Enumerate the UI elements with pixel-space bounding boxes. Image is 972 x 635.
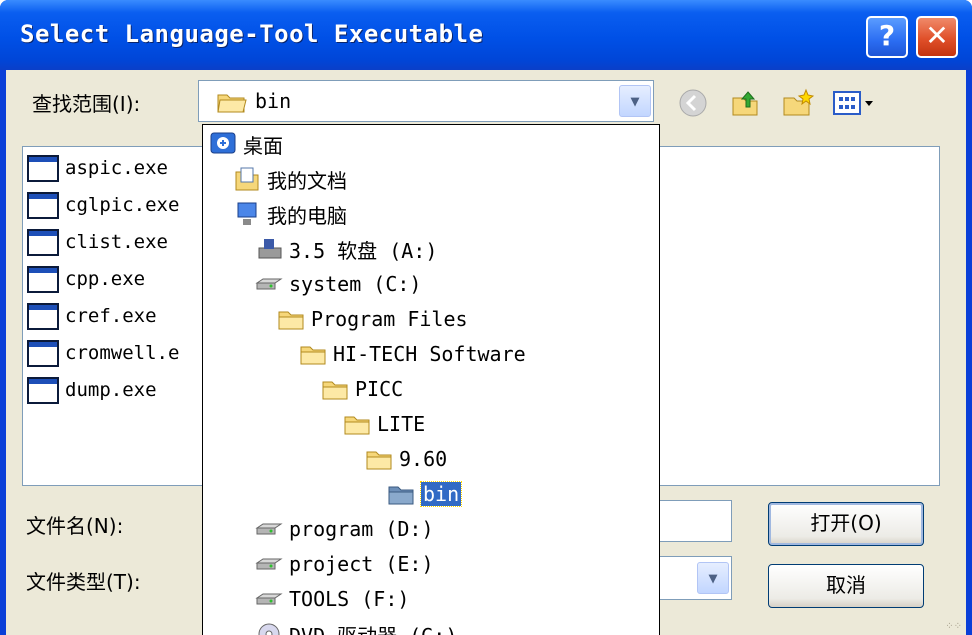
folder-icon (321, 376, 349, 402)
list-item[interactable]: clist.exe (27, 225, 168, 259)
chevron-down-icon[interactable]: ▼ (697, 562, 729, 594)
list-item[interactable]: cref.exe (27, 299, 157, 333)
folder-icon (299, 341, 327, 367)
cancel-button[interactable]: 取消 (768, 564, 924, 608)
folder-icon (343, 411, 371, 437)
close-button[interactable]: ✕ (916, 16, 958, 58)
open-folder-icon (387, 481, 415, 507)
dialog-window: Select Language-Tool Executable ? ✕ 查找范围… (0, 0, 972, 635)
dropdown-item-my-documents[interactable]: 我的文档 (233, 162, 347, 196)
dropdown-item-lite[interactable]: LITE (343, 407, 425, 441)
new-folder-icon[interactable] (782, 88, 815, 122)
executable-icon (27, 154, 59, 182)
dropdown-item-picc[interactable]: PICC (321, 372, 403, 406)
filename-field[interactable] (650, 500, 732, 542)
dropdown-item-dvd-g[interactable]: DVD 驱动器 (G:) (255, 617, 457, 635)
dialog-body: 查找范围(I): bin ▼ aspic.exe cglpic.exe clis… (6, 70, 966, 635)
dropdown-item-program-files[interactable]: Program Files (277, 302, 468, 336)
list-item[interactable]: dump.exe (27, 373, 157, 407)
floppy-drive-icon (255, 236, 283, 262)
view-menu-icon[interactable] (832, 88, 880, 122)
file-name: dump.exe (65, 379, 157, 401)
file-name: aspic.exe (65, 157, 168, 179)
desktop-icon (209, 131, 237, 157)
file-name: cromwell.e (65, 342, 180, 364)
help-button[interactable]: ? (866, 16, 908, 58)
dropdown-item-hitech[interactable]: HI-TECH Software (299, 337, 526, 371)
file-name: clist.exe (65, 231, 168, 253)
list-item[interactable]: cglpic.exe (27, 188, 179, 222)
title-bar[interactable]: Select Language-Tool Executable ? ✕ (0, 0, 972, 70)
look-in-combo[interactable]: bin ▼ (198, 80, 654, 122)
hard-drive-icon (255, 551, 283, 577)
back-icon[interactable] (678, 88, 708, 122)
open-folder-icon (217, 91, 247, 117)
file-name: cref.exe (65, 305, 157, 327)
folder-icon (365, 446, 393, 472)
dropdown-item-program-d[interactable]: program (D:) (255, 512, 434, 546)
hard-drive-icon (255, 271, 283, 297)
list-item[interactable]: aspic.exe (27, 151, 168, 185)
file-name: cpp.exe (65, 268, 146, 290)
list-item[interactable]: cromwell.e (27, 336, 179, 370)
filetype-label: 文件类型(T): (26, 570, 141, 594)
dropdown-item-tools-f[interactable]: TOOLS (F:) (255, 582, 409, 616)
hard-drive-icon (255, 516, 283, 542)
dropdown-item-my-computer[interactable]: 我的电脑 (233, 197, 347, 231)
dropdown-item-project-e[interactable]: project (E:) (255, 547, 434, 581)
dropdown-item-bin[interactable]: bin (387, 477, 463, 511)
dropdown-item-floppy[interactable]: 3.5 软盘 (A:) (255, 232, 437, 266)
look-in-label: 查找范围(I): (32, 92, 141, 116)
folder-icon (277, 306, 305, 332)
my-documents-icon (233, 166, 261, 192)
executable-icon (27, 191, 59, 219)
look-in-value: bin (255, 89, 292, 113)
executable-icon (27, 376, 59, 404)
file-name: cglpic.exe (65, 194, 180, 216)
dropdown-item-system-c[interactable]: system (C:) (255, 267, 421, 301)
executable-icon (27, 302, 59, 330)
dvd-drive-icon (255, 621, 283, 635)
filetype-combo[interactable]: ▼ (650, 556, 732, 600)
executable-icon (27, 265, 59, 293)
chevron-down-icon[interactable]: ▼ (619, 85, 651, 117)
hard-drive-icon (255, 586, 283, 612)
look-in-dropdown[interactable]: 桌面 我的文档 我的电脑 3.5 软盘 (A:) system (C:) Pro… (202, 124, 660, 635)
dropdown-item-desktop[interactable]: 桌面 (209, 127, 283, 161)
dropdown-item-9-60[interactable]: 9.60 (365, 442, 447, 476)
open-button[interactable]: 打开(O) (768, 502, 924, 546)
up-folder-icon[interactable] (730, 88, 760, 122)
filename-label: 文件名(N): (26, 514, 124, 538)
executable-icon (27, 339, 59, 367)
list-item[interactable]: cpp.exe (27, 262, 145, 296)
window-title: Select Language-Tool Executable (20, 20, 484, 48)
resize-grip[interactable]: ⁘⁘ (945, 622, 962, 632)
executable-icon (27, 228, 59, 256)
my-computer-icon (233, 201, 261, 227)
